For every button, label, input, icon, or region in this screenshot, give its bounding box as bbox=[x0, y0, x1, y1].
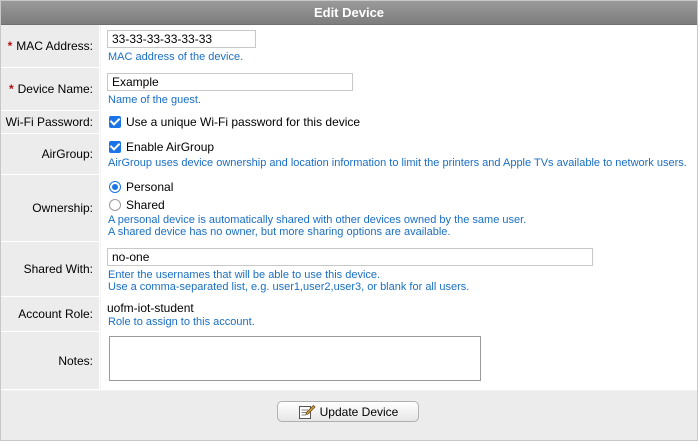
ownership-shared-label[interactable]: Shared bbox=[126, 198, 165, 212]
wifi-password-label-cell: Wi-Fi Password: bbox=[1, 111, 100, 133]
ownership-shared-radio[interactable] bbox=[109, 199, 121, 211]
ownership-row: Ownership: Personal Shared A personal de… bbox=[1, 175, 697, 242]
airgroup-value-cell: Enable AirGroup AirGroup uses device own… bbox=[101, 134, 697, 174]
edit-device-panel: Edit Device * MAC Address: 33-33-33-33-3… bbox=[0, 0, 698, 441]
update-device-button[interactable]: Update Device bbox=[277, 401, 419, 422]
wifi-password-label: Wi-Fi Password: bbox=[5, 115, 93, 129]
edit-document-icon bbox=[298, 404, 316, 419]
airgroup-checkbox[interactable] bbox=[109, 141, 121, 153]
notes-textarea[interactable] bbox=[109, 336, 481, 381]
airgroup-label: AirGroup: bbox=[41, 147, 93, 161]
wifi-password-row: Wi-Fi Password: Use a unique Wi-Fi passw… bbox=[1, 111, 697, 134]
ownership-help-personal: A personal device is automatically share… bbox=[108, 214, 527, 226]
device-name-row: * Device Name: Example Name of the guest… bbox=[1, 68, 697, 111]
shared-with-label-cell: Shared With: bbox=[1, 242, 100, 296]
notes-label-cell: Notes: bbox=[1, 332, 100, 389]
mac-address-label-cell: * MAC Address: bbox=[1, 25, 100, 67]
account-role-label-cell: Account Role: bbox=[1, 297, 100, 331]
notes-row: Notes: bbox=[1, 332, 697, 390]
ownership-label: Ownership: bbox=[32, 201, 93, 215]
shared-with-help-line2: Use a comma-separated list, e.g. user1,u… bbox=[108, 281, 470, 293]
form-footer: Update Device bbox=[1, 391, 697, 440]
ownership-help-shared: A shared device has no owner, but more s… bbox=[108, 226, 451, 238]
wifi-password-value-cell: Use a unique Wi-Fi password for this dev… bbox=[101, 111, 697, 133]
device-name-help: Name of the guest. bbox=[108, 94, 201, 106]
wifi-password-checkbox-label[interactable]: Use a unique Wi-Fi password for this dev… bbox=[126, 115, 360, 129]
account-role-value: uofm-iot-student bbox=[107, 301, 194, 315]
airgroup-help: AirGroup uses device ownership and locat… bbox=[108, 157, 687, 169]
mac-address-input[interactable]: 33-33-33-33-33-33 bbox=[107, 30, 256, 48]
account-role-row: Account Role: uofm-iot-student Role to a… bbox=[1, 297, 697, 332]
shared-with-label: Shared With: bbox=[23, 262, 93, 276]
airgroup-label-cell: AirGroup: bbox=[1, 134, 100, 174]
required-marker: * bbox=[7, 39, 13, 53]
ownership-label-cell: Ownership: bbox=[1, 175, 100, 241]
ownership-value-cell: Personal Shared A personal device is aut… bbox=[101, 175, 697, 241]
notes-label: Notes: bbox=[58, 353, 93, 368]
ownership-personal-radio[interactable] bbox=[109, 181, 121, 193]
ownership-personal-label[interactable]: Personal bbox=[126, 180, 173, 194]
device-name-label-cell: * Device Name: bbox=[1, 68, 100, 110]
shared-with-help-line1: Enter the usernames that will be able to… bbox=[108, 269, 381, 281]
mac-address-row: * MAC Address: 33-33-33-33-33-33 MAC add… bbox=[1, 25, 697, 68]
device-name-input[interactable]: Example bbox=[107, 73, 353, 91]
account-role-value-cell: uofm-iot-student Role to assign to this … bbox=[101, 297, 697, 331]
device-name-label: Device Name: bbox=[17, 82, 93, 96]
mac-address-label: MAC Address: bbox=[16, 39, 93, 53]
wifi-password-checkbox[interactable] bbox=[109, 116, 121, 128]
mac-address-help: MAC address of the device. bbox=[108, 51, 244, 63]
shared-with-value-cell: no-one Enter the usernames that will be … bbox=[101, 242, 697, 296]
notes-value-cell bbox=[101, 332, 697, 389]
shared-with-input[interactable]: no-one bbox=[107, 248, 593, 266]
update-device-label: Update Device bbox=[319, 404, 399, 419]
airgroup-checkbox-label[interactable]: Enable AirGroup bbox=[126, 140, 214, 154]
mac-address-value-cell: 33-33-33-33-33-33 MAC address of the dev… bbox=[101, 25, 697, 67]
account-role-label: Account Role: bbox=[18, 307, 93, 321]
shared-with-row: Shared With: no-one Enter the usernames … bbox=[1, 242, 697, 297]
account-role-help: Role to assign to this account. bbox=[108, 316, 255, 328]
required-marker: * bbox=[8, 82, 14, 96]
dialog-title: Edit Device bbox=[1, 1, 697, 25]
device-name-value-cell: Example Name of the guest. bbox=[101, 68, 697, 110]
airgroup-row: AirGroup: Enable AirGroup AirGroup uses … bbox=[1, 134, 697, 175]
